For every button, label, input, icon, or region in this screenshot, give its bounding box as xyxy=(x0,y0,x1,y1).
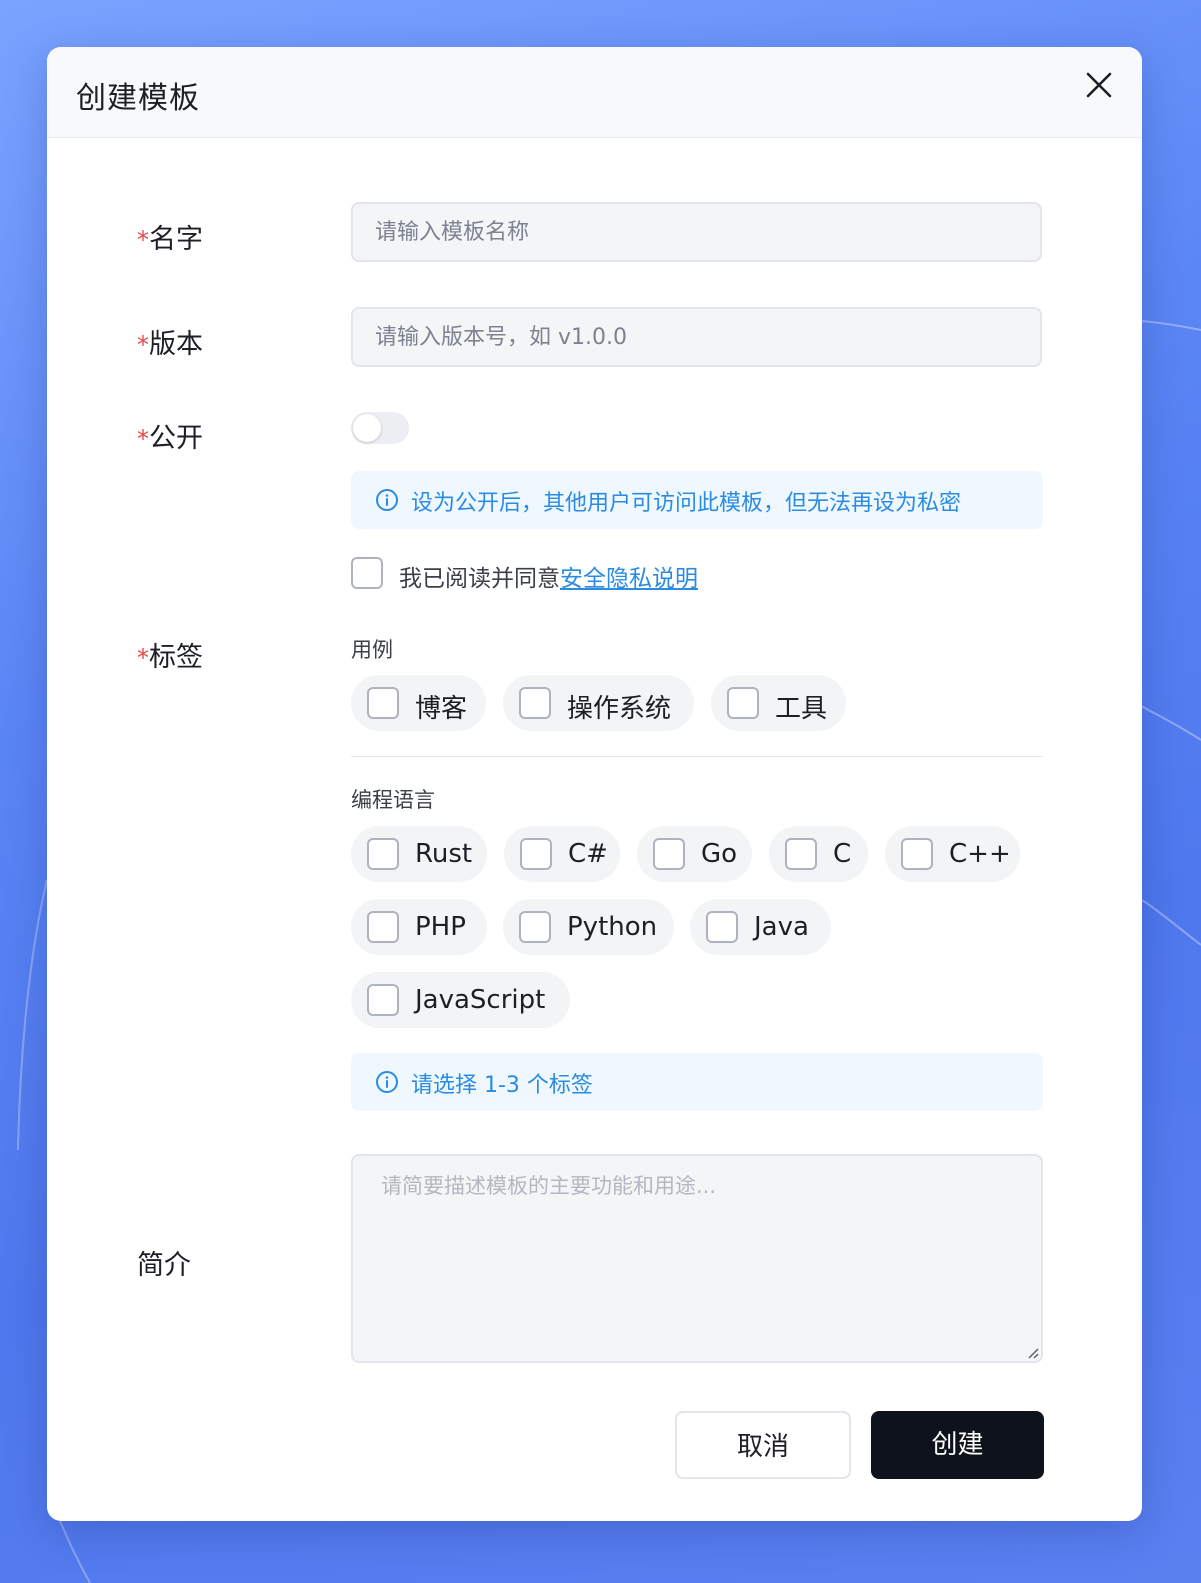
resize-handle-icon[interactable] xyxy=(1027,1347,1039,1359)
public-label-text: 公开 xyxy=(149,423,203,454)
tag-label: JavaScript xyxy=(415,985,546,1015)
tag-label: C++ xyxy=(949,839,1011,869)
tag-label: 工具 xyxy=(775,694,828,724)
privacy-agree-checkbox[interactable] xyxy=(351,557,383,589)
tag-label: Rust xyxy=(415,839,473,869)
tag-group-divider xyxy=(351,756,1043,757)
required-mark: * xyxy=(137,331,149,359)
public-info-text: 设为公开后，其他用户可访问此模板，但无法再设为私密 xyxy=(411,491,962,516)
tag-chip-python[interactable]: Python xyxy=(503,899,674,955)
tag-label: Python xyxy=(567,912,658,942)
tag-label: C# xyxy=(568,839,608,869)
tag-chip-go[interactable]: Go xyxy=(637,826,752,882)
create-template-dialog: 创建模板 *名字 *版本 *公开 设为公开后，其他用户可访问此模板，但无法再设为… xyxy=(47,47,1142,1521)
tag-group-title-language: 编程语言 xyxy=(351,788,435,812)
tag-chip-rust[interactable]: Rust xyxy=(351,826,487,882)
tag-label: 博客 xyxy=(415,694,468,724)
tag-checkbox[interactable] xyxy=(367,984,399,1016)
privacy-policy-link[interactable]: 安全隐私说明 xyxy=(560,566,698,592)
dialog-header: 创建模板 xyxy=(47,47,1142,138)
tag-checkbox[interactable] xyxy=(367,687,399,719)
tag-checkbox[interactable] xyxy=(520,838,552,870)
tag-chip-csharp[interactable]: C# xyxy=(504,826,620,882)
description-label: 简介 xyxy=(137,1250,191,1281)
required-mark: * xyxy=(137,425,149,453)
tag-chip-c[interactable]: C xyxy=(769,826,868,882)
name-input[interactable] xyxy=(351,202,1042,262)
tag-group-title-usecase: 用例 xyxy=(351,638,393,662)
agree-prefix: 我已阅读并同意 xyxy=(399,566,560,592)
agree-text: 我已阅读并同意安全隐私说明 xyxy=(399,559,698,593)
public-info-box: 设为公开后，其他用户可访问此模板，但无法再设为私密 xyxy=(351,471,1043,529)
required-mark: * xyxy=(137,644,149,672)
tag-label: PHP xyxy=(415,912,466,942)
toggle-knob xyxy=(353,414,381,442)
tags-info-box: 请选择 1-3 个标签 xyxy=(351,1053,1043,1111)
public-label: *公开 xyxy=(137,416,203,455)
tag-checkbox[interactable] xyxy=(367,838,399,870)
tag-checkbox[interactable] xyxy=(519,911,551,943)
required-mark: * xyxy=(137,226,149,254)
close-button[interactable] xyxy=(1083,69,1115,101)
tag-checkbox[interactable] xyxy=(901,838,933,870)
tags-label: *标签 xyxy=(137,635,203,674)
tag-checkbox[interactable] xyxy=(727,687,759,719)
tag-chip-os[interactable]: 操作系统 xyxy=(503,675,694,731)
public-toggle[interactable] xyxy=(351,412,409,444)
tags-label-text: 标签 xyxy=(149,642,203,673)
tag-chip-blog[interactable]: 博客 xyxy=(351,675,486,731)
tag-label: C xyxy=(833,839,852,869)
tag-label: Go xyxy=(701,839,738,869)
tag-checkbox[interactable] xyxy=(706,911,738,943)
name-label: *名字 xyxy=(137,217,203,256)
tag-chip-cpp[interactable]: C++ xyxy=(885,826,1020,882)
dialog-title: 创建模板 xyxy=(76,81,200,116)
cancel-button[interactable]: 取消 xyxy=(675,1411,851,1479)
version-label-text: 版本 xyxy=(149,329,203,360)
tag-checkbox[interactable] xyxy=(653,838,685,870)
name-label-text: 名字 xyxy=(149,224,203,255)
tags-info-text: 请选择 1-3 个标签 xyxy=(411,1073,593,1098)
tag-chip-php[interactable]: PHP xyxy=(351,899,487,955)
tag-checkbox[interactable] xyxy=(367,911,399,943)
close-icon xyxy=(1086,72,1112,98)
tag-label: 操作系统 xyxy=(567,694,672,724)
info-icon xyxy=(376,1071,398,1093)
tag-chip-tools[interactable]: 工具 xyxy=(711,675,846,731)
create-button[interactable]: 创建 xyxy=(871,1411,1044,1479)
tag-chip-java[interactable]: Java xyxy=(690,899,831,955)
tag-label: Java xyxy=(754,912,809,942)
description-textarea[interactable] xyxy=(351,1154,1043,1363)
tag-checkbox[interactable] xyxy=(785,838,817,870)
info-icon xyxy=(376,489,398,511)
version-input[interactable] xyxy=(351,307,1042,367)
version-label: *版本 xyxy=(137,322,203,361)
tag-checkbox[interactable] xyxy=(519,687,551,719)
tag-chip-javascript[interactable]: JavaScript xyxy=(351,972,570,1028)
